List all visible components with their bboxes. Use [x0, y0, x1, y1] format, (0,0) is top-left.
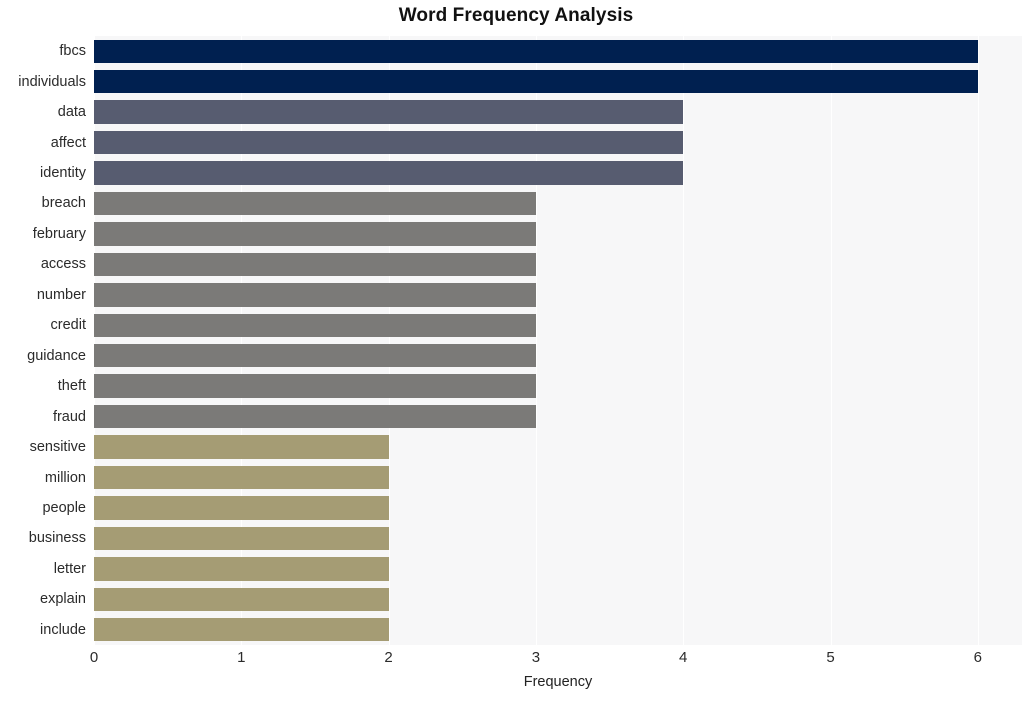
bar[interactable]: [94, 435, 389, 459]
bar[interactable]: [94, 100, 684, 124]
bar[interactable]: [94, 191, 536, 216]
bar-row[interactable]: [94, 39, 1022, 63]
bar[interactable]: [94, 283, 536, 307]
bar[interactable]: [94, 222, 536, 246]
y-tick-label: fbcs: [59, 43, 86, 60]
word-frequency-chart: Word Frequency Analysis fbcs individuals d…: [0, 0, 1032, 701]
bar-row[interactable]: [94, 69, 1022, 94]
bar[interactable]: [94, 252, 536, 277]
y-tick-label: million: [44, 469, 86, 486]
y-tick-label: february: [32, 225, 86, 242]
x-tick-label: 4: [679, 649, 688, 666]
bar[interactable]: [94, 39, 978, 63]
y-tick-label: letter: [53, 560, 86, 577]
y-tick-label: identity: [40, 165, 86, 182]
bar[interactable]: [94, 130, 684, 155]
bar-row[interactable]: [94, 100, 1022, 124]
bar-row[interactable]: [94, 557, 1022, 581]
gridline-vertical: [94, 36, 95, 645]
y-tick-label: affect: [50, 134, 86, 151]
gridline-vertical: [388, 36, 390, 645]
y-tick-label: data: [57, 104, 86, 121]
bar[interactable]: [94, 313, 536, 337]
bar[interactable]: [94, 404, 536, 429]
x-axis-title: Frequency: [523, 674, 593, 690]
bar-row[interactable]: [94, 618, 1022, 642]
x-axis-tick-labels: 0 1 2 3 4 5 6: [0, 650, 1032, 672]
bar-row[interactable]: [94, 344, 1022, 368]
bar-row[interactable]: [94, 252, 1022, 277]
y-tick-label: breach: [41, 195, 86, 212]
bar-row[interactable]: [94, 404, 1022, 429]
x-tick-label: 2: [384, 649, 393, 666]
bar-row[interactable]: [94, 374, 1022, 398]
bar-row[interactable]: [94, 526, 1022, 551]
y-tick-label: explain: [40, 591, 86, 608]
y-tick-label: business: [28, 530, 86, 547]
y-tick-label: fraud: [52, 408, 86, 425]
y-tick-label: credit: [50, 317, 86, 334]
bar-row[interactable]: [94, 191, 1022, 216]
x-tick-label: 0: [89, 649, 99, 666]
gridline-vertical: [830, 36, 832, 645]
x-tick-label: 6: [973, 649, 982, 666]
bar[interactable]: [94, 587, 389, 612]
y-tick-label: number: [36, 286, 86, 303]
bar[interactable]: [94, 557, 389, 581]
bar[interactable]: [94, 69, 978, 94]
bar-row[interactable]: [94, 313, 1022, 337]
bar-row[interactable]: [94, 130, 1022, 155]
y-tick-label: people: [42, 499, 86, 516]
bar-row[interactable]: [94, 435, 1022, 459]
y-tick-label: guidance: [27, 347, 86, 364]
chart-title: Word Frequency Analysis: [398, 5, 634, 26]
gridline-vertical: [241, 36, 243, 645]
bar[interactable]: [94, 344, 536, 368]
plot-area: [94, 36, 1022, 645]
bar-row[interactable]: [94, 222, 1022, 246]
bar[interactable]: [94, 496, 389, 520]
bar-row[interactable]: [94, 587, 1022, 612]
y-tick-label: access: [40, 256, 86, 273]
gridline-vertical: [535, 36, 537, 645]
bar[interactable]: [94, 161, 684, 185]
gridline-vertical: [683, 36, 685, 645]
bar-row[interactable]: [94, 465, 1022, 490]
bar[interactable]: [94, 618, 389, 642]
y-tick-label: include: [40, 621, 86, 638]
y-axis-tick-labels: fbcs individuals data affect identity breach f…: [0, 36, 86, 645]
x-tick-label: 1: [237, 649, 246, 666]
bar[interactable]: [94, 526, 389, 551]
y-tick-label: sensitive: [29, 439, 86, 456]
y-tick-label: individuals: [18, 73, 86, 90]
bar-row[interactable]: [94, 283, 1022, 307]
bar[interactable]: [94, 465, 389, 490]
bar[interactable]: [94, 374, 536, 398]
bar-row[interactable]: [94, 161, 1022, 185]
y-tick-label: theft: [57, 378, 86, 395]
x-tick-label: 3: [531, 649, 541, 666]
x-tick-label: 5: [826, 649, 835, 666]
gridline-vertical: [977, 36, 979, 645]
bar-row[interactable]: [94, 496, 1022, 520]
